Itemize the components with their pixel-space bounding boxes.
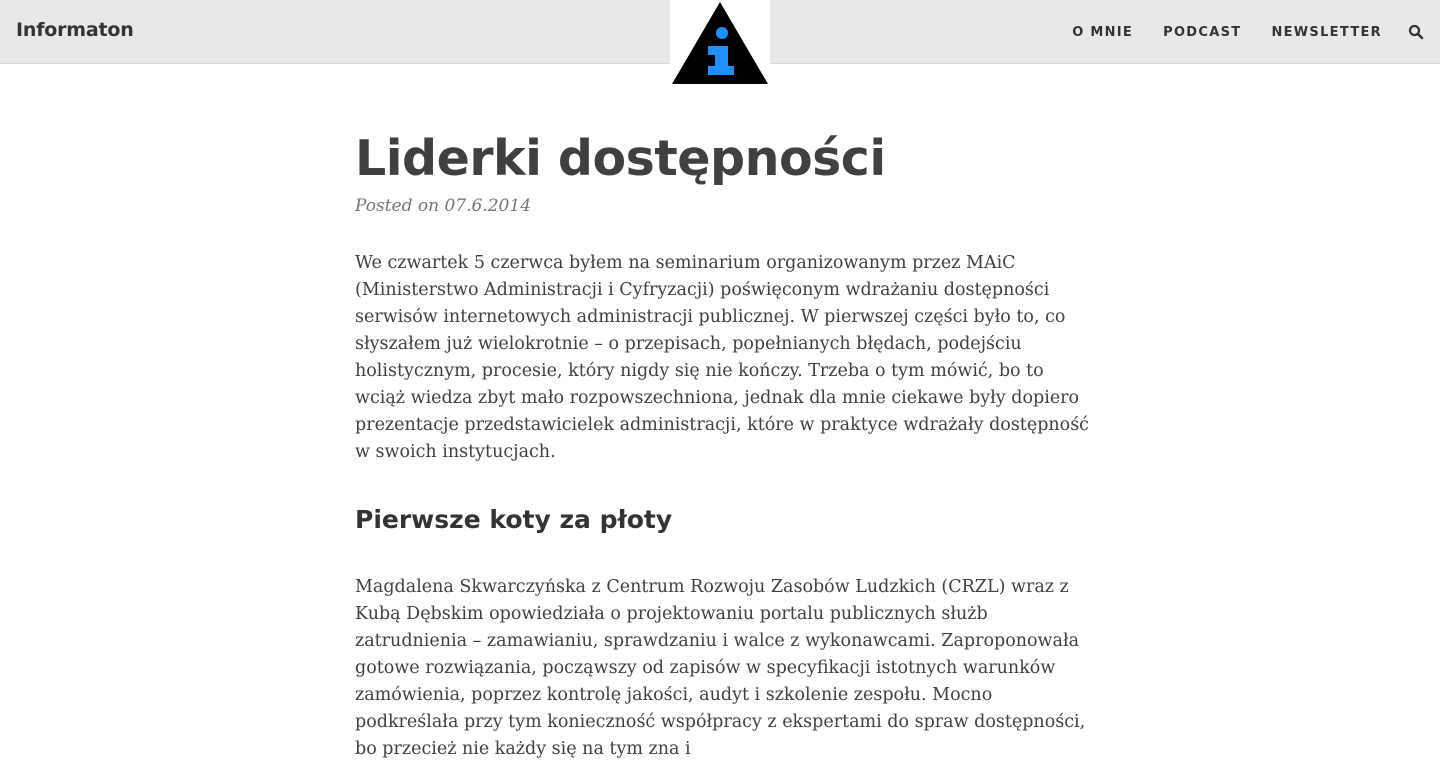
- post-paragraph-1: We czwartek 5 czerwca byłem na seminariu…: [355, 253, 1089, 462]
- site-header: Informaton O MNIE PODCAST NEWSLETTER: [0, 0, 1440, 86]
- site-title-link[interactable]: Informaton: [16, 19, 134, 41]
- section-heading: Pierwsze koty za płoty: [355, 505, 673, 534]
- info-triangle-logo-icon: [672, 2, 768, 84]
- post-meta-prefix: Posted on: [355, 196, 440, 216]
- post-meta: Posted on 07.6.2014: [355, 196, 1095, 216]
- nav-item-podcast[interactable]: PODCAST: [1163, 25, 1241, 40]
- nav-item-newsletter[interactable]: NEWSLETTER: [1271, 25, 1382, 40]
- search-icon: [1408, 24, 1424, 40]
- post-content: Liderki dostępności Posted on 07.6.2014 …: [355, 128, 1095, 763]
- search-button[interactable]: [1408, 24, 1424, 40]
- site-logo[interactable]: [670, 0, 770, 86]
- post-date-link[interactable]: 07.6.2014: [444, 196, 531, 216]
- post-paragraph-2: Magdalena Skwarczyńska z Centrum Rozwoju…: [355, 577, 1086, 759]
- nav-item-o-mnie[interactable]: O MNIE: [1072, 25, 1133, 40]
- main-nav: O MNIE PODCAST NEWSLETTER: [1042, 0, 1382, 64]
- post-title: Liderki dostępności: [355, 130, 886, 187]
